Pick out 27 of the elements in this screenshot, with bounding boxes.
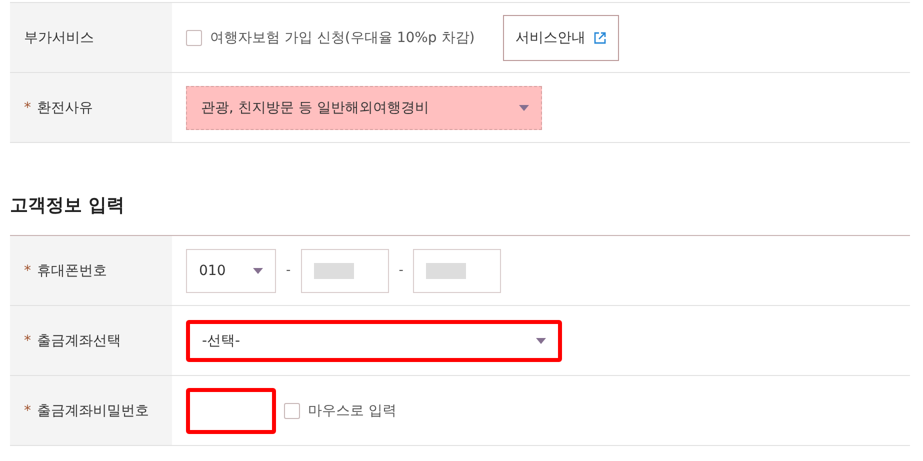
phone-input-field[interactable] (413, 248, 502, 292)
field-label: 출금계좌선택 (37, 332, 121, 350)
required-mark: * (24, 402, 31, 418)
dropdown-select[interactable]: -선택- (186, 320, 562, 362)
field-label: 환전사유 (37, 98, 93, 116)
mouse-input-checkbox[interactable]: 마우스로 입력 (284, 402, 396, 420)
caret-icon (536, 338, 546, 344)
field-label: 휴대폰번호 (37, 262, 107, 280)
service-info-button[interactable]: 서비스안내 (502, 14, 619, 60)
redaction-mark (314, 262, 354, 278)
required-mark: * (24, 262, 31, 278)
phone-prefix-select[interactable]: 010 (186, 248, 276, 292)
phone-separator: - (398, 263, 404, 278)
insurance-checkbox[interactable]: 여행자보험 가입 신청(우대율 10%p 차감) (186, 28, 475, 46)
field-label: 출금계좌비밀번호 (37, 402, 149, 420)
dropdown-select[interactable]: 관광, 친지방문 등 일반해외여행경비 (186, 86, 542, 130)
phone-input-field[interactable] (300, 248, 389, 292)
caret-icon (519, 104, 529, 110)
required-mark: * (24, 100, 31, 116)
field-label: 부가서비스 (24, 28, 94, 46)
phone-separator: - (286, 263, 291, 278)
required-mark: * (24, 332, 31, 348)
password-input-field[interactable] (186, 388, 276, 434)
redaction-mark (426, 262, 466, 278)
section-title: 고객정보 입력 (10, 194, 126, 218)
caret-icon (253, 268, 263, 274)
external-link-icon (594, 32, 606, 44)
